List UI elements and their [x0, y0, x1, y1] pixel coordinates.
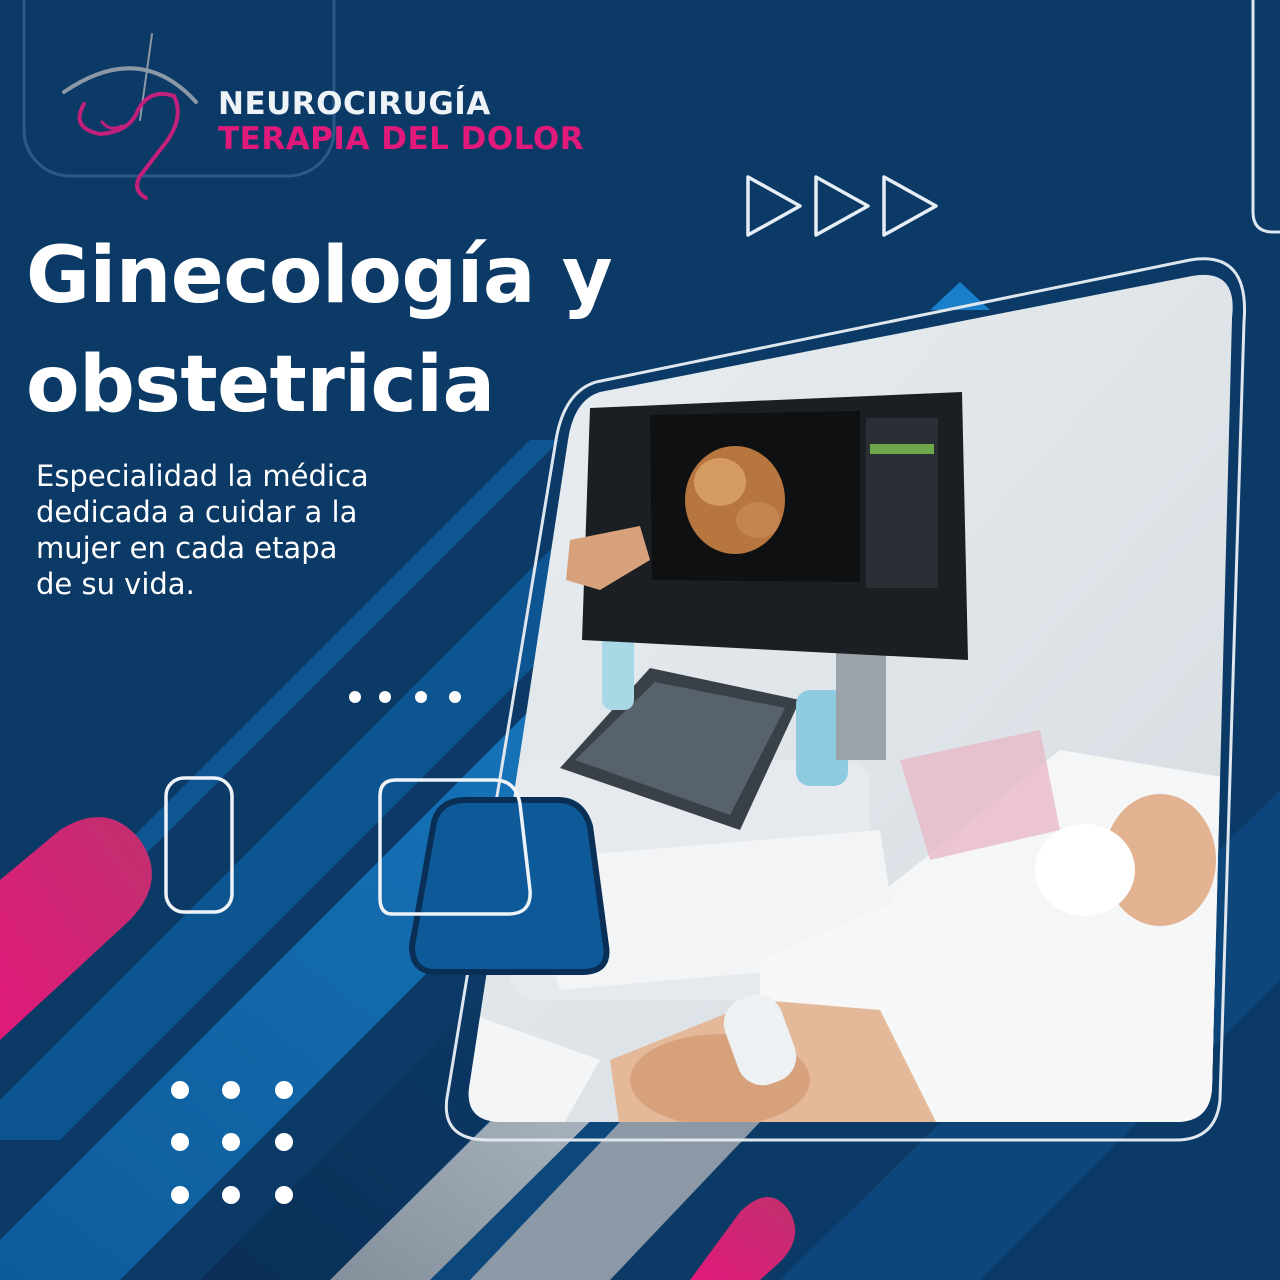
page-title: Ginecología y obstetricia	[26, 222, 613, 440]
title-line-2: obstetricia	[26, 340, 495, 430]
subtitle-line: dedicada a cuidar a la	[36, 495, 358, 529]
pink-pill-bottom	[690, 1197, 796, 1280]
blue-square-shape	[408, 797, 610, 975]
background-decoration	[0, 0, 1280, 1280]
brand-name: NEUROCIRUGÍA	[218, 86, 491, 122]
corner-outline	[1251, 0, 1280, 234]
brand-tagline: TERAPIA DEL DOLOR	[218, 121, 585, 157]
subtitle-line: de su vida.	[36, 567, 195, 601]
head-profile-logo-icon	[62, 33, 198, 200]
subtitle-text: Especialidad la médica dedicada a cuidar…	[36, 458, 456, 602]
subtitle-line: Especialidad la médica	[36, 459, 369, 493]
title-line-1: Ginecología y	[26, 231, 613, 321]
play-arrows-icon	[746, 175, 938, 237]
subtitle-line: mujer en cada etapa	[36, 531, 338, 565]
